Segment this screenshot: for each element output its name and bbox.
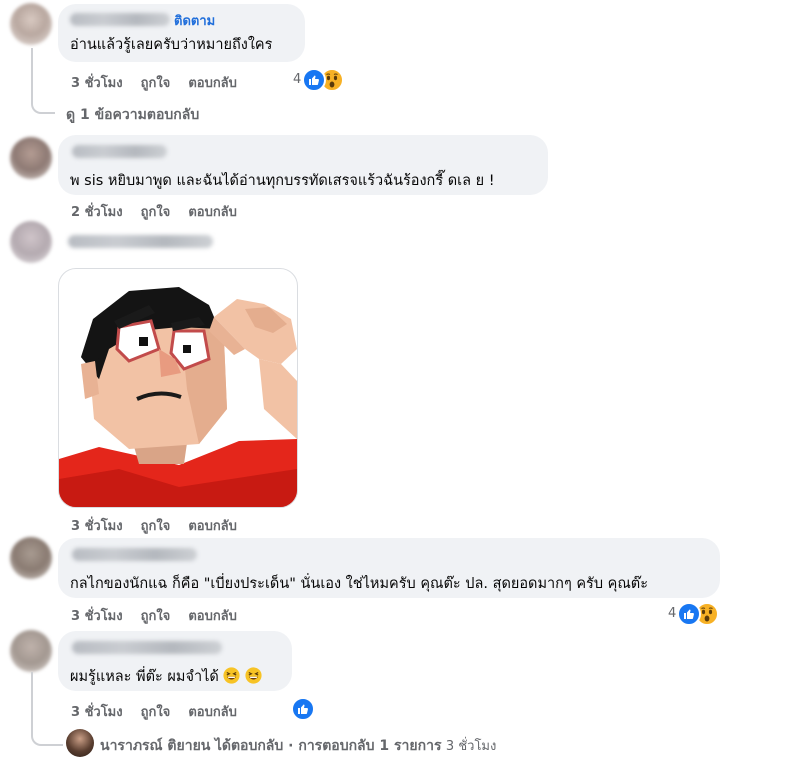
avatar[interactable]: [10, 3, 52, 45]
avatar[interactable]: [10, 221, 52, 263]
follow-link[interactable]: ติดตาม: [174, 10, 215, 31]
like-reaction-icon[interactable]: [677, 602, 701, 626]
reaction-count[interactable]: 4: [293, 72, 301, 87]
commenter-name[interactable]: [72, 548, 197, 561]
comment-text: ผมรู้แหละ พี่ต๊ะ ผมจำได้: [70, 665, 262, 688]
timestamp[interactable]: 3 ชั่วโมง: [71, 519, 123, 534]
timestamp[interactable]: 3 ชั่วโมง: [71, 705, 123, 720]
reply-button[interactable]: ตอบกลับ: [188, 609, 237, 624]
commenter-name[interactable]: [72, 145, 167, 158]
comment-actions: 3 ชั่วโมง ถูกใจ ตอบกลับ: [71, 605, 255, 626]
reply-summary[interactable]: นาราภรณ์ ติยายน ได้ตอบกลับ · การตอบกลับ …: [100, 735, 496, 757]
reply-author-avatar[interactable]: [66, 729, 94, 757]
like-button[interactable]: ถูกใจ: [141, 205, 171, 220]
like-button[interactable]: ถูกใจ: [141, 519, 171, 534]
reply-button[interactable]: ตอบกลับ: [188, 519, 237, 534]
comment-actions: 3 ชั่วโมง ถูกใจ ตอบกลับ: [71, 72, 255, 93]
like-reaction-icon[interactable]: [291, 697, 315, 721]
thread-connector: [31, 672, 63, 746]
like-button[interactable]: ถูกใจ: [141, 705, 171, 720]
view-replies-link[interactable]: ดู 1 ข้อความตอบกลับ: [66, 104, 199, 126]
comment-actions: 3 ชั่วโมง ถูกใจ ตอบกลับ: [71, 701, 255, 722]
timestamp[interactable]: 3 ชั่วโมง: [71, 609, 123, 624]
grinning-squint-emoji: [223, 667, 240, 684]
comment-text-content: ผมรู้แหละ พี่ต๊ะ ผมจำได้: [70, 669, 219, 685]
thread-connector: [31, 48, 55, 114]
reply-author-name[interactable]: นาราภรณ์ ติยายน: [100, 738, 210, 754]
reaction-count[interactable]: 4: [668, 606, 676, 621]
commenter-name[interactable]: [72, 641, 222, 654]
sticker-image[interactable]: [58, 268, 298, 508]
reply-action-text[interactable]: ได้ตอบกลับ · การตอบกลับ 1 รายการ: [215, 738, 442, 754]
commenter-name[interactable]: [68, 235, 213, 248]
like-button[interactable]: ถูกใจ: [141, 76, 171, 91]
timestamp[interactable]: 3 ชั่วโมง: [71, 76, 123, 91]
reply-button[interactable]: ตอบกลับ: [188, 705, 237, 720]
commenter-name[interactable]: [70, 13, 170, 26]
reply-button[interactable]: ตอบกลับ: [188, 205, 237, 220]
like-button[interactable]: ถูกใจ: [141, 609, 171, 624]
comment-text: พ sis หยิบมาพูด และฉันได้อ่านทุกบรรทัดเส…: [70, 173, 495, 189]
like-reaction-icon[interactable]: [302, 68, 326, 92]
grinning-squint-emoji: [245, 667, 262, 684]
avatar[interactable]: [10, 630, 52, 672]
timestamp[interactable]: 2 ชั่วโมง: [71, 205, 123, 220]
avatar[interactable]: [10, 137, 52, 179]
comment-text: อ่านแล้วรู้เลยครับว่าหมายถึงใคร: [70, 37, 273, 53]
avatar[interactable]: [10, 537, 52, 579]
comment-text: กลไกของนักแฉ ก็คือ "เบี่ยงประเด็น" นั่นเ…: [70, 576, 649, 592]
reply-time[interactable]: 3 ชั่วโมง: [446, 739, 496, 754]
comment-actions: 3 ชั่วโมง ถูกใจ ตอบกลับ: [71, 515, 255, 536]
comment-actions: 2 ชั่วโมง ถูกใจ ตอบกลับ: [71, 201, 255, 222]
reply-button[interactable]: ตอบกลับ: [188, 76, 237, 91]
